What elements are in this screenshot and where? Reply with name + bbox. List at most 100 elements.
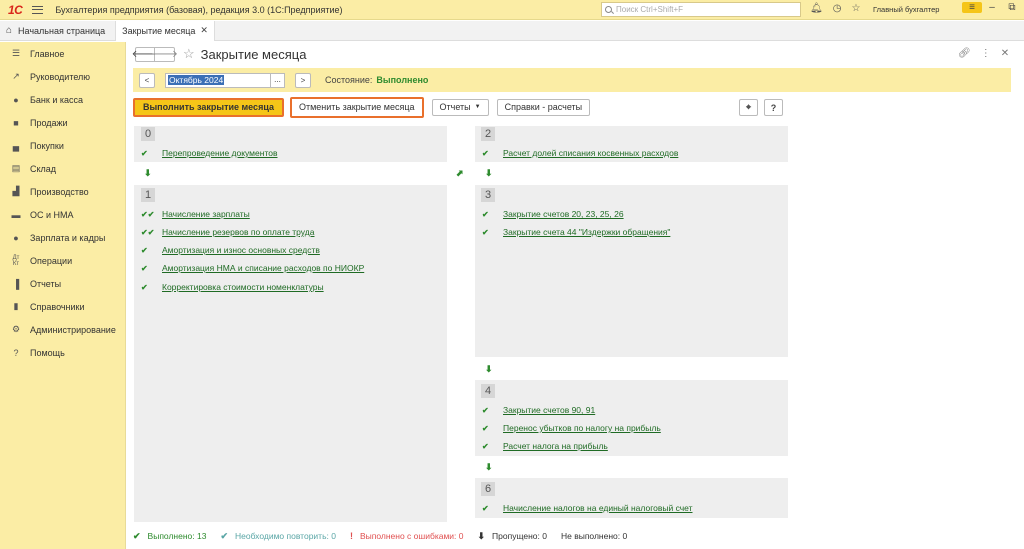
history-icon[interactable]: ◷: [833, 3, 842, 14]
factory-icon: ▟: [12, 186, 20, 196]
sidebar-item-assets[interactable]: ▬ ОС и НМА: [0, 203, 125, 226]
period-select-button[interactable]: ...: [271, 72, 285, 88]
status-skipped[interactable]: ⬇ Пропущено: 0: [478, 531, 547, 542]
search-input[interactable]: Поиск Ctrl+Shift+F: [601, 2, 801, 17]
sidebar-item-bank[interactable]: ● Банк и касса: [0, 88, 125, 111]
task-link[interactable]: Расчет долей списания косвенных расходов: [503, 148, 678, 158]
check-icon: ✔: [141, 148, 148, 158]
task-link[interactable]: Закрытие счетов 90, 91: [503, 405, 595, 415]
sidebar-item-label: ОС и НМА: [30, 209, 74, 220]
sidebar-item-label: Администрирование: [30, 324, 116, 335]
operations-icon: Дт Кт: [12, 254, 20, 267]
maximize-icon[interactable]: ⧉: [1002, 2, 1022, 13]
task-link[interactable]: Начисление налогов на единый налоговый с…: [503, 503, 693, 513]
task-item[interactable]: ✔ Перенос убытков по налогу на прибыль: [482, 423, 661, 433]
main-menu-icon[interactable]: [32, 5, 44, 14]
next-period-button[interactable]: >: [295, 72, 311, 88]
task-item[interactable]: ✔ Закрытие счетов 20, 23, 25, 26: [482, 209, 624, 219]
more-icon[interactable]: ⋮: [981, 48, 991, 59]
favorite-star-icon[interactable]: ☆: [183, 46, 195, 62]
sidebar: ☰ Главное ↗ Руководителю ● Банк и касса ■ Пр…: [0, 42, 126, 549]
sidebar-item-label: Продажи: [30, 117, 68, 128]
task-item[interactable]: ✔ Закрытие счетов 90, 91: [482, 405, 595, 415]
check-icon: ✔: [482, 441, 489, 451]
tab-home[interactable]: ⌂ Начальная страница: [0, 20, 117, 41]
task-link[interactable]: Начисление зарплаты: [162, 209, 250, 219]
task-item[interactable]: ✔✔ Начисление зарплаты: [141, 209, 250, 219]
sidebar-item-manager[interactable]: ↗ Руководителю: [0, 65, 125, 88]
task-item[interactable]: ✔ Перепроведение документов: [141, 148, 278, 158]
check-outline-icon: ✔: [220, 530, 228, 541]
run-closing-button[interactable]: Выполнить закрытие месяца: [133, 97, 284, 117]
sidebar-item-label: Операции: [30, 255, 73, 266]
truck-icon: ▬: [11, 209, 21, 220]
reports-button[interactable]: Отчеты ▼: [431, 98, 489, 116]
user-name[interactable]: Главный бухгалтер: [873, 5, 939, 14]
status-errors-label: Выполнено с ошибками: 0: [359, 531, 464, 541]
check-icon: ✔: [482, 209, 489, 219]
page-title: Закрытие месяца: [200, 46, 307, 62]
menu-icon[interactable]: ≡: [962, 2, 982, 13]
sidebar-item-sales[interactable]: ■ Продажи: [0, 111, 125, 134]
close-form-icon[interactable]: ✕: [1001, 48, 1009, 59]
task-link[interactable]: Корректировка стоимости номенклатуры: [162, 282, 324, 292]
task-item[interactable]: ✔ Расчет долей списания косвенных расходо…: [482, 148, 678, 158]
settings-target-icon[interactable]: ⌖: [739, 99, 758, 116]
task-item[interactable]: ✔ Начисление налогов на единый налоговый …: [482, 503, 693, 513]
certificates-button[interactable]: Справки - расчеты: [496, 98, 591, 116]
task-link[interactable]: Закрытие счетов 20, 23, 25, 26: [503, 209, 624, 219]
task-link[interactable]: Перенос убытков по налогу на прибыль: [503, 423, 661, 433]
task-item[interactable]: ✔ Амортизация и износ основных средств: [141, 245, 320, 255]
status-repeat[interactable]: ✔ Необходимо повторить: 0: [220, 531, 336, 542]
app-logo: 1С: [8, 2, 23, 17]
cancel-closing-button[interactable]: Отменить закрытие месяца: [289, 96, 424, 118]
sidebar-item-purchases[interactable]: ▄ Покупки: [0, 134, 125, 157]
task-link[interactable]: Начисление резервов по оплате труда: [162, 227, 314, 237]
help-button[interactable]: ?: [764, 99, 783, 116]
sidebar-item-reports[interactable]: ▐ Отчеты: [0, 272, 125, 295]
title-bar: 1С Бухгалтерия предприятия (базовая), ре…: [0, 0, 1024, 20]
task-item[interactable]: ✔✔ Начисление резервов по оплате труда: [141, 227, 314, 237]
forward-button[interactable]: 🡒: [151, 46, 178, 62]
bell-icon[interactable]: 🔔︎: [810, 3, 823, 14]
task-item[interactable]: ✔ Закрытие счета 44 "Издержки обращения": [482, 227, 670, 237]
task-item[interactable]: ✔ Амортизация НМА и списание расходов по …: [141, 263, 364, 273]
chevron-down-icon: ▼: [474, 104, 481, 110]
arrow-down-icon: ⬇: [485, 168, 493, 178]
sidebar-item-operations[interactable]: Дт Кт Операции: [0, 249, 125, 272]
cart-icon: ▄: [12, 140, 20, 151]
home-icon: ⌂: [6, 25, 13, 36]
status-done[interactable]: ✔ Выполнено: 13: [133, 531, 206, 542]
link-icon[interactable]: 🔗︎: [958, 48, 971, 59]
prev-period-button[interactable]: <: [139, 72, 155, 88]
task-link[interactable]: Перепроведение документов: [162, 148, 278, 158]
star-icon[interactable]: ☆: [851, 3, 860, 14]
search-icon: [605, 6, 612, 13]
task-link[interactable]: Закрытие счета 44 "Издержки обращения": [503, 227, 670, 237]
task-link[interactable]: Амортизация и износ основных средств: [162, 245, 320, 255]
status-not-done[interactable]: Не выполнено: 0: [561, 531, 627, 541]
sidebar-item-catalogs[interactable]: ▮ Справочники: [0, 295, 125, 318]
trend-icon: ↗: [12, 71, 20, 81]
sidebar-item-production[interactable]: ▟ Производство: [0, 180, 125, 203]
minimize-icon[interactable]: –: [982, 2, 1002, 13]
task-link[interactable]: Амортизация НМА и списание расходов по Н…: [162, 263, 364, 273]
arrow-diagonal-icon: ⬈: [456, 168, 464, 178]
step-number: 6: [481, 482, 495, 496]
period-field[interactable]: Октябрь 2024: [165, 72, 271, 88]
task-link[interactable]: Расчет налога на прибыль: [503, 441, 608, 451]
sidebar-item-warehouse[interactable]: ▤ Склад: [0, 157, 125, 180]
close-tab-icon[interactable]: ✕: [200, 25, 208, 36]
tab-month-closing[interactable]: Закрытие месяца ✕: [116, 20, 215, 41]
task-item[interactable]: ✔ Расчет налога на прибыль: [482, 441, 608, 451]
double-check-icon: ✔✔: [141, 227, 155, 237]
sidebar-item-salary[interactable]: ● Зарплата и кадры: [0, 226, 125, 249]
task-item[interactable]: ✔ Корректировка стоимости номенклатуры: [141, 282, 324, 292]
sidebar-item-help[interactable]: ? Помощь: [0, 341, 125, 364]
sidebar-item-admin[interactable]: ⚙ Администрирование: [0, 318, 125, 341]
sidebar-item-label: Руководителю: [30, 71, 91, 82]
status-errors[interactable]: ! Выполнено с ошибками: 0: [350, 531, 464, 541]
sidebar-item-main[interactable]: ☰ Главное: [0, 42, 125, 65]
tab-month-closing-label: Закрытие месяца: [122, 25, 196, 36]
check-icon: ✔: [141, 263, 148, 273]
